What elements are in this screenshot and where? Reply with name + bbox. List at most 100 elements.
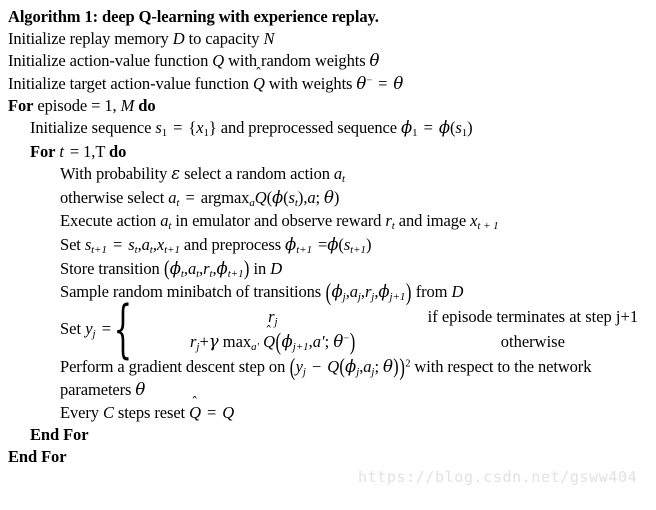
semicolon: ; [315, 187, 325, 207]
paren-close: ) [365, 234, 372, 254]
equals: = [206, 402, 217, 422]
var-theta: θ [333, 332, 344, 352]
equals: = [69, 141, 80, 161]
paren-open: ( [325, 278, 332, 306]
sub-t-plus-1: t+1 [164, 243, 180, 256]
case-expression: rj+γ maxa′ Q(ϕj+1,a′; θ−) [138, 328, 408, 356]
sub-j-plus-1: j+1 [389, 291, 406, 304]
case-expression: rj [138, 305, 408, 330]
equals: = [423, 117, 433, 137]
var-D: D [270, 258, 283, 278]
var-phi: ϕ [271, 187, 284, 207]
text-segment: to capacity [184, 29, 264, 49]
paren-close: ) [405, 278, 412, 306]
var-y: y [85, 319, 93, 339]
var-Q-hat: Q [189, 402, 201, 424]
line-argmax-action: otherwise select at = argmaxaQ(ϕ(st),a; … [8, 187, 656, 211]
sub-a-prime: a′ [251, 341, 259, 354]
semicolon: ; [374, 356, 383, 376]
text-segment: otherwise select [60, 187, 169, 207]
var-phi: ϕ [216, 258, 228, 278]
line-initialize-target-network: Initialize target action-value function … [8, 73, 656, 95]
text-segment: Initialize sequence [30, 117, 156, 137]
text-segment: steps reset [113, 402, 190, 422]
keyword-for: For [30, 141, 56, 161]
var-phi: ϕ [169, 258, 181, 278]
sub-t: t [342, 172, 346, 185]
semicolon: ; [324, 332, 334, 352]
line-reset-target-network: Every C steps reset Q = Q [8, 402, 656, 424]
var-phi: ϕ [438, 117, 450, 137]
case-condition: otherwise [500, 332, 565, 352]
line-initialize-action-value-function: Initialize action-value function Q with … [8, 50, 656, 72]
text-segment: Set [60, 234, 85, 254]
var-a: a [333, 163, 343, 183]
keyword-end-for: End For [8, 446, 67, 466]
paren-open: ( [289, 352, 296, 381]
var-C: C [102, 402, 114, 422]
var-theta: θ [393, 73, 404, 93]
line-end-for-outer: End For [8, 446, 656, 468]
line-end-for-inner: End For [8, 424, 656, 446]
plus: + [199, 332, 209, 352]
sub-t-plus-1: t+1 [91, 243, 107, 256]
line-sample-minibatch: Sample random minibatch of transitions (… [8, 278, 656, 306]
watermark-url: https://blog.csdn.net/gsww404 [358, 468, 638, 486]
var-phi: ϕ [281, 332, 293, 352]
cases-body: rj if episode terminates at step j+1 rj+… [138, 305, 656, 356]
var-phi: ϕ [327, 234, 339, 254]
text-segment: in [249, 258, 271, 278]
paren-open: ( [275, 328, 282, 356]
text-segment: episode [33, 95, 92, 115]
line-initialize-sequence: Initialize sequence s1 = {x1} and prepro… [8, 117, 656, 141]
text-segment: 1,T [79, 141, 110, 161]
line-set-state-preprocess: Set st+1 = st,at,xt+1 and preprocess ϕt+… [8, 234, 656, 258]
sub-1: 1 [412, 126, 418, 139]
line-initialize-replay-memory: Initialize replay memory D to capacity N [8, 28, 656, 50]
operator-max: max [222, 332, 252, 352]
var-a: a [187, 258, 197, 278]
line-gradient-descent: Perform a gradient descent step on (yj −… [8, 353, 656, 402]
var-a: a [307, 187, 316, 207]
line-store-transition: Store transition (ϕt,at,rt,ϕt+1) in D [8, 256, 656, 282]
paren-open: ( [164, 256, 170, 280]
sub-t-plus-1: t+1 [350, 243, 366, 256]
var-D: D [172, 29, 185, 49]
var-phi: ϕ [331, 282, 343, 302]
paren-close: ) [333, 187, 340, 207]
var-theta: θ [382, 356, 393, 376]
line-execute-action: Execute action at in emulator and observ… [8, 210, 656, 234]
text-segment: and image [394, 211, 471, 231]
keyword-do: do [109, 141, 127, 161]
var-Q-hat: Q [263, 330, 275, 355]
text-segment: and preprocess [179, 234, 286, 254]
text-segment: select a random action [180, 163, 334, 183]
var-x: x [156, 234, 165, 254]
var-a: a [141, 234, 150, 254]
var-epsilon: ε [171, 163, 181, 183]
text-segment: Initialize replay memory [8, 29, 173, 49]
paren-close: ) [399, 352, 405, 381]
keyword-do: do [138, 95, 156, 115]
text-segment: Store transition [60, 258, 164, 278]
var-y: y [295, 356, 303, 376]
text-segment: With probability [60, 163, 172, 183]
var-Q: Q [327, 356, 340, 376]
equals: = [91, 95, 101, 115]
case-row-terminal: rj if episode terminates at step j+1 [138, 305, 656, 330]
line-set-target-y: Set yj = { rj if episode terminates at s… [8, 292, 656, 366]
keyword-for: For [8, 95, 34, 115]
var-theta: θ [324, 187, 334, 207]
var-phi: ϕ [378, 282, 390, 302]
equals: = [318, 234, 328, 254]
var-phi: ϕ [400, 117, 413, 137]
var-Q-hat: Q [253, 73, 265, 95]
var-D: D [451, 282, 464, 302]
text-segment: from [411, 282, 452, 302]
var-a: a [349, 282, 358, 302]
text-segment: Perform a gradient descent step on [60, 356, 290, 376]
line-for-episode: For episode = 1, M do [8, 95, 656, 117]
minus: − [311, 356, 322, 376]
text-segment: with random weights [224, 51, 370, 71]
case-condition: if episode terminates at step j+1 [427, 306, 639, 326]
